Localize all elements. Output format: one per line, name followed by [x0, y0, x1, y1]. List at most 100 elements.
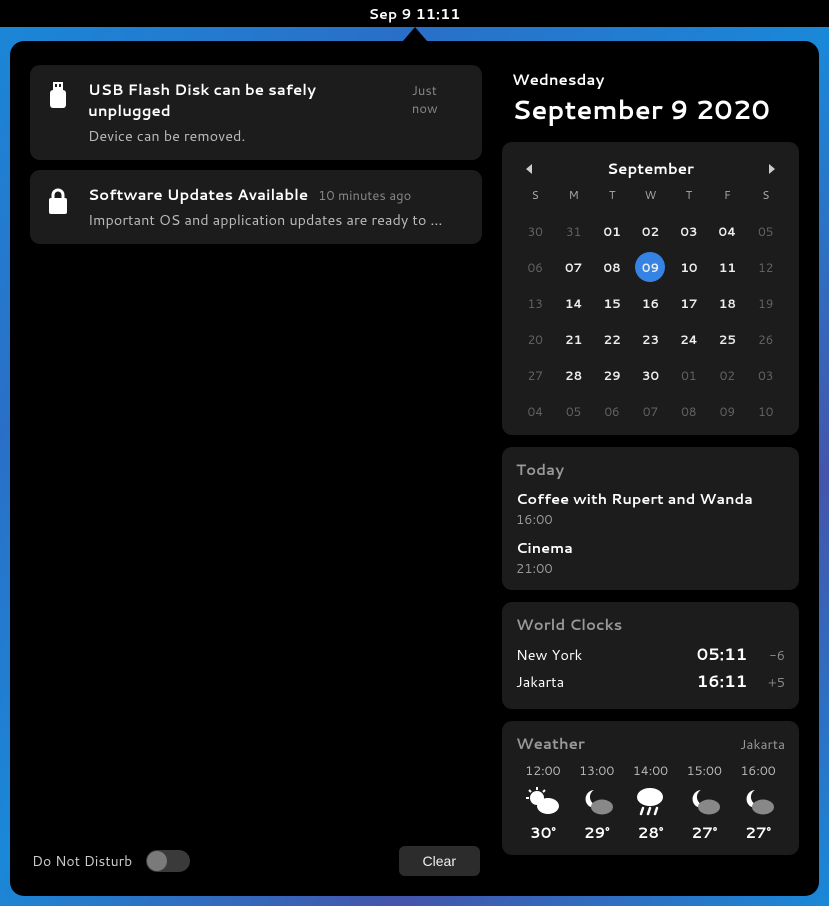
notification-message: Device can be removed. [88, 125, 466, 146]
world-clock-row: New York05:11 -6 [516, 643, 785, 666]
weekday-label: Wednesday [512, 69, 799, 90]
calendar-day[interactable]: 10 [747, 399, 785, 423]
clock-city: New York [516, 644, 697, 665]
calendar-day[interactable]: 15 [593, 291, 631, 315]
agenda-item-title: Coffee with Rupert and Wanda [516, 488, 785, 509]
calendar-dow: T [670, 187, 708, 207]
agenda-item-time: 21:00 [516, 560, 785, 578]
calendar-day[interactable]: 17 [670, 291, 708, 315]
calendar-day[interactable]: 13 [516, 291, 554, 315]
weather-temp: 29° [584, 822, 610, 843]
calendar-day[interactable]: 08 [593, 255, 631, 279]
agenda-item-time: 16:00 [516, 511, 785, 529]
dnd-label: Do Not Disturb [32, 851, 132, 871]
weather-title: Weather [516, 733, 585, 754]
calendar-dow: F [708, 187, 746, 207]
notification-title: USB Flash Disk can be safely unplugged [88, 79, 402, 121]
notification-item[interactable]: USB Flash Disk can be safely unplugged J… [30, 65, 482, 160]
calendar-card: September SMTWTFS30310102030405060708091… [502, 142, 799, 435]
weather-temp: 27° [745, 822, 771, 843]
calendar-day[interactable]: 04 [516, 399, 554, 423]
calendar-day[interactable]: 28 [554, 363, 592, 387]
notification-message: Important OS and application updates are… [88, 209, 466, 230]
notification-column: USB Flash Disk can be safely unplugged J… [30, 65, 482, 876]
calendar-day[interactable]: 23 [631, 327, 669, 351]
calendar-day[interactable]: 08 [670, 399, 708, 423]
weather-time: 14:00 [633, 762, 668, 780]
moon-cloud-icon [580, 786, 614, 816]
weather-temp: 30° [530, 822, 556, 843]
calendar-day[interactable]: 05 [747, 219, 785, 243]
calendar-day[interactable]: 31 [554, 219, 592, 243]
notification-footer: Do Not Disturb Clear [30, 846, 482, 876]
calendar-day[interactable]: 02 [708, 363, 746, 387]
calendar-day[interactable]: 03 [670, 219, 708, 243]
rain-icon [633, 786, 667, 816]
calendar-day[interactable]: 07 [554, 255, 592, 279]
weather-card[interactable]: Weather Jakarta 12:0030°13:0029°14:0028°… [502, 721, 799, 855]
weather-hour: 15:0027° [677, 762, 731, 843]
calendar-day[interactable]: 03 [747, 363, 785, 387]
calendar-day[interactable]: 16 [631, 291, 669, 315]
clock-offset: -6 [757, 647, 785, 665]
calendar-day[interactable]: 01 [670, 363, 708, 387]
full-date-label: September 9 2020 [512, 92, 799, 128]
calendar-day[interactable]: 21 [554, 327, 592, 351]
topbar-clock[interactable]: Sep 9 11:11 [368, 4, 460, 24]
weather-temp: 27° [691, 822, 717, 843]
date-menu-panel: USB Flash Disk can be safely unplugged J… [10, 41, 819, 896]
notification-title: Software Updates Available [88, 184, 308, 205]
dnd-toggle[interactable] [146, 850, 190, 872]
calendar-day[interactable]: 09 [708, 399, 746, 423]
calendar-day[interactable]: 24 [670, 327, 708, 351]
calendar-day[interactable]: 05 [554, 399, 592, 423]
calendar-day[interactable]: 12 [747, 255, 785, 279]
weather-hour: 13:00 29° [570, 762, 624, 843]
agenda-card[interactable]: Today Coffee with Rupert and Wanda16:00C… [502, 447, 799, 590]
calendar-column: Wednesday September 9 2020 September SMT… [502, 65, 799, 876]
calendar-dow: S [516, 187, 554, 207]
calendar-day[interactable]: 04 [708, 219, 746, 243]
agenda-item[interactable]: Coffee with Rupert and Wanda 16:00 [516, 488, 785, 529]
calendar-day[interactable]: 02 [631, 219, 669, 243]
calendar-day[interactable]: 01 [593, 219, 631, 243]
calendar-day[interactable]: 25 [708, 327, 746, 351]
calendar-day[interactable]: 09 [631, 255, 669, 279]
clock-time: 16:11 [697, 670, 747, 693]
weather-temp: 28° [638, 822, 664, 843]
calendar-day[interactable]: 06 [593, 399, 631, 423]
usb-icon [44, 81, 72, 113]
weather-time: 12:00 [525, 762, 560, 780]
calendar-day[interactable]: 30 [516, 219, 554, 243]
calendar-day[interactable]: 19 [747, 291, 785, 315]
notification-item[interactable]: Software Updates Available 10 minutes ag… [30, 170, 482, 244]
sun-cloud-icon [526, 786, 560, 816]
calendar-day[interactable]: 14 [554, 291, 592, 315]
topbar-pointer-icon [403, 27, 427, 41]
date-heading: Wednesday September 9 2020 [502, 65, 799, 130]
calendar-day[interactable]: 11 [708, 255, 746, 279]
lock-icon [44, 186, 72, 218]
weather-time: 13:00 [579, 762, 614, 780]
clear-button[interactable]: Clear [399, 846, 480, 876]
world-clocks-card[interactable]: World Clocks New York05:11-6Jakarta16:11… [502, 602, 799, 709]
calendar-day[interactable]: 10 [670, 255, 708, 279]
calendar-day[interactable]: 20 [516, 327, 554, 351]
agenda-item[interactable]: Cinema21:00 [516, 537, 785, 578]
calendar-day[interactable]: 26 [747, 327, 785, 351]
calendar-day[interactable]: 07 [631, 399, 669, 423]
clock-time: 05:11 [697, 643, 747, 666]
calendar-day[interactable]: 18 [708, 291, 746, 315]
calendar-dow: S [747, 187, 785, 207]
prev-month-button[interactable] [522, 162, 536, 176]
calendar-day[interactable]: 27 [516, 363, 554, 387]
calendar-day[interactable]: 30 [631, 363, 669, 387]
moon-cloud-icon [741, 786, 775, 816]
weather-hour: 12:00 30° [516, 762, 570, 843]
calendar-day[interactable]: 06 [516, 255, 554, 279]
calendar-dow: M [554, 187, 592, 207]
next-month-button[interactable] [765, 162, 779, 176]
calendar-day[interactable]: 22 [593, 327, 631, 351]
weather-hour: 16:0027° [731, 762, 785, 843]
calendar-day[interactable]: 29 [593, 363, 631, 387]
